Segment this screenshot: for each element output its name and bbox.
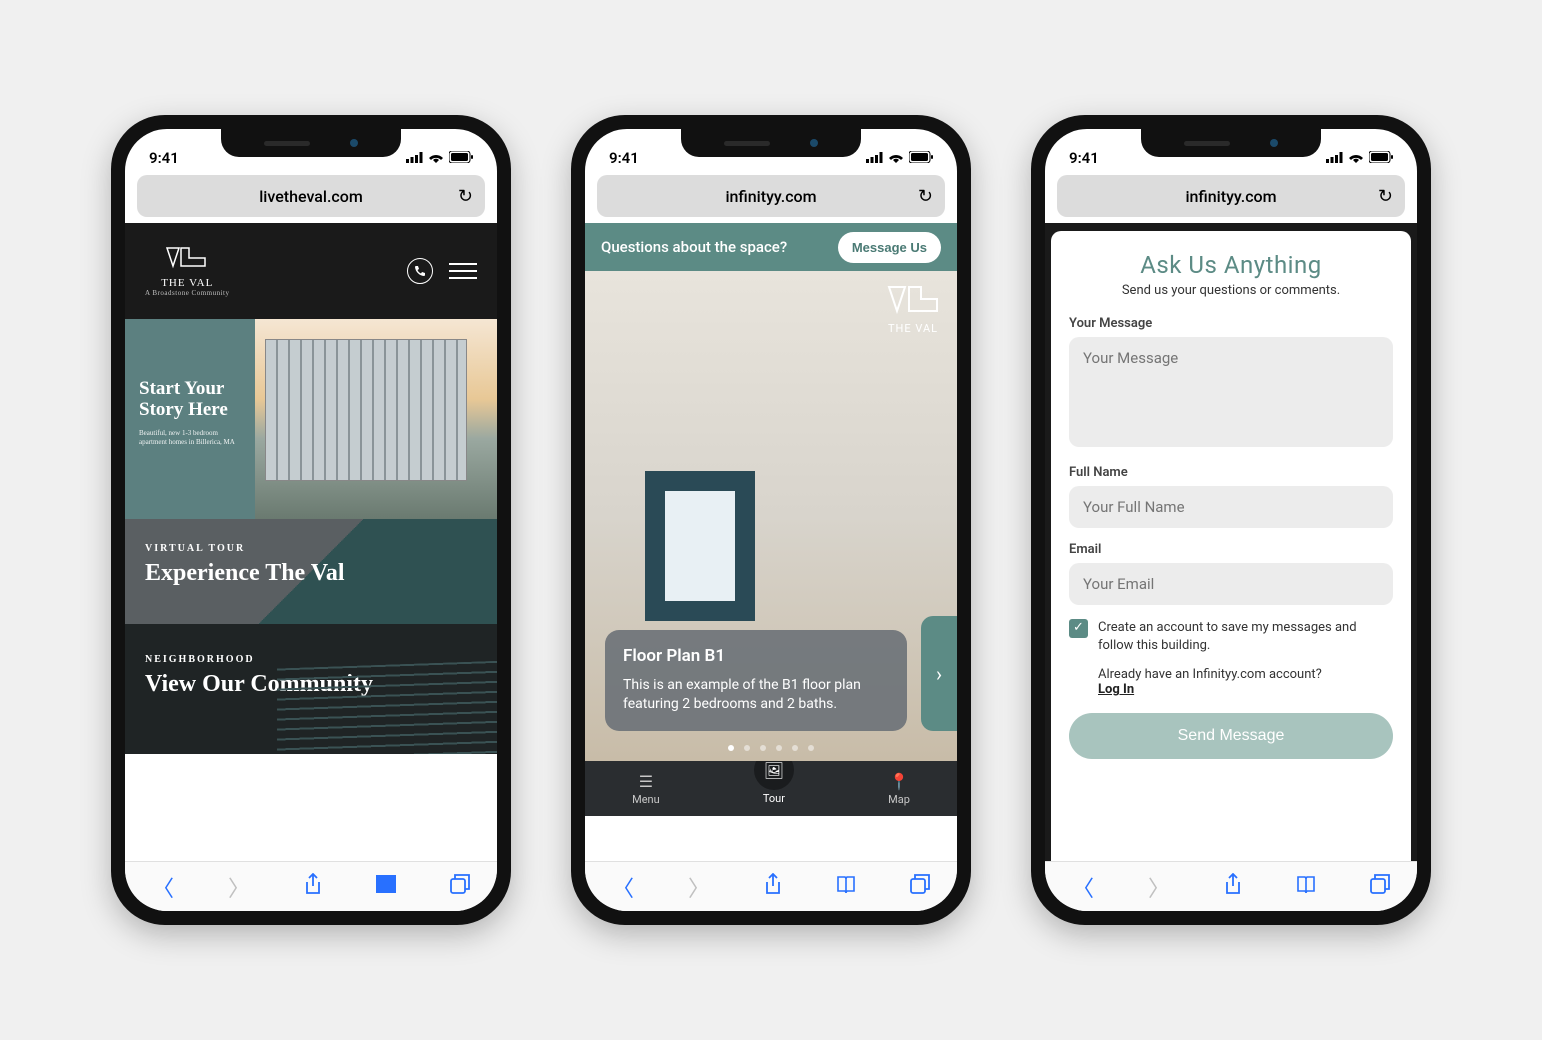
nav-tour[interactable]: 🖼 Tour bbox=[754, 772, 794, 805]
carousel-dots[interactable] bbox=[728, 745, 814, 751]
browser-toolbar: 〈 〉 bbox=[1045, 861, 1417, 911]
bottom-nav: ☰ Menu 🖼 Tour 📍 Map bbox=[585, 761, 957, 816]
form-subtitle: Send us your questions or comments. bbox=[1069, 283, 1393, 298]
brand-logo: THE VAL bbox=[885, 283, 941, 335]
tabs-icon[interactable] bbox=[450, 874, 470, 900]
section-tag: NEIGHBORHOOD bbox=[145, 654, 477, 665]
contact-form-card: Ask Us Anything Send us your questions o… bbox=[1051, 231, 1411, 861]
phone-mockup-2: 9:41 infinityy.com ↻ Questions about the… bbox=[571, 115, 971, 925]
brand-logo[interactable]: THE VAL A Broadstone Community bbox=[145, 246, 230, 297]
share-icon[interactable] bbox=[1224, 873, 1242, 901]
address-bar[interactable]: infinityy.com ↻ bbox=[1057, 175, 1405, 217]
nav-map[interactable]: 📍 Map bbox=[888, 772, 910, 806]
phone-notch bbox=[1141, 129, 1321, 157]
email-label: Email bbox=[1069, 542, 1393, 557]
form-title: Ask Us Anything bbox=[1069, 251, 1393, 279]
phone-notch bbox=[221, 129, 401, 157]
name-input[interactable] bbox=[1069, 486, 1393, 528]
card-title: Floor Plan B1 bbox=[623, 646, 889, 666]
hero-subtitle: Beautiful, new 1-3 bedroom apartment hom… bbox=[139, 429, 245, 447]
brand-name: THE VAL bbox=[885, 322, 941, 335]
hero-image bbox=[255, 319, 497, 519]
bookmarks-icon[interactable] bbox=[1296, 874, 1316, 899]
banner-text: Questions about the space? bbox=[601, 238, 787, 256]
phone-mockup-3: 9:41 infinityy.com ↻ Ask Us Anything Sen… bbox=[1031, 115, 1431, 925]
share-icon[interactable] bbox=[304, 873, 322, 901]
checkmark-icon: ✓ bbox=[1069, 619, 1088, 638]
wifi-icon bbox=[428, 149, 444, 167]
create-account-checkbox[interactable]: ✓ Create an account to save my messages … bbox=[1069, 619, 1393, 655]
battery-icon bbox=[449, 149, 473, 167]
pin-icon: 📍 bbox=[889, 772, 909, 791]
message-us-button[interactable]: Message Us bbox=[838, 232, 941, 263]
url-text: livetheval.com bbox=[259, 187, 363, 206]
section-tag: VIRTUAL TOUR bbox=[145, 543, 477, 554]
next-arrow-button[interactable]: › bbox=[921, 616, 957, 731]
phone-mockup-1: 9:41 livetheval.com ↻ THE VAL bbox=[111, 115, 511, 925]
send-message-button[interactable]: Send Message bbox=[1069, 713, 1393, 759]
share-icon[interactable] bbox=[764, 873, 782, 901]
checkbox-label: Create an account to save my messages an… bbox=[1098, 619, 1393, 655]
back-icon[interactable]: 〈 bbox=[1072, 871, 1094, 903]
hero-title: Start Your Story Here bbox=[139, 379, 245, 421]
section-title: Experience The Val bbox=[145, 560, 477, 587]
back-icon[interactable]: 〈 bbox=[152, 871, 174, 903]
tabs-icon[interactable] bbox=[910, 874, 930, 900]
tour-viewport[interactable]: THE VAL Floor Plan B1 This is an example… bbox=[585, 271, 957, 761]
back-icon[interactable]: 〈 bbox=[612, 871, 634, 903]
message-label: Your Message bbox=[1069, 316, 1393, 331]
url-text: infinityy.com bbox=[1185, 187, 1276, 206]
nav-menu[interactable]: ☰ Menu bbox=[632, 772, 660, 806]
forward-icon[interactable]: 〉 bbox=[228, 871, 250, 903]
email-input[interactable] bbox=[1069, 563, 1393, 605]
wifi-icon bbox=[1348, 149, 1364, 167]
hero-section: Start Your Story Here Beautiful, new 1-3… bbox=[125, 319, 497, 519]
phone-icon[interactable] bbox=[407, 258, 433, 284]
signal-icon bbox=[866, 149, 883, 167]
menu-icon: ☰ bbox=[639, 772, 653, 791]
brand-name: THE VAL bbox=[145, 277, 230, 289]
browser-toolbar: 〈 〉 bbox=[585, 861, 957, 911]
status-time: 9:41 bbox=[149, 149, 179, 167]
room-render bbox=[645, 471, 755, 621]
neighborhood-section[interactable]: NEIGHBORHOOD View Our Community bbox=[125, 624, 497, 754]
battery-icon bbox=[1369, 149, 1393, 167]
login-prompt: Already have an Infinityy.com account? bbox=[1098, 667, 1322, 682]
floorplan-card: Floor Plan B1 This is an example of the … bbox=[605, 630, 907, 731]
tabs-icon[interactable] bbox=[1370, 874, 1390, 900]
signal-icon bbox=[406, 149, 423, 167]
refresh-icon[interactable]: ↻ bbox=[1378, 186, 1393, 207]
address-bar[interactable]: livetheval.com ↻ bbox=[137, 175, 485, 217]
name-label: Full Name bbox=[1069, 465, 1393, 480]
refresh-icon[interactable]: ↻ bbox=[458, 186, 473, 207]
site-header: THE VAL A Broadstone Community bbox=[125, 223, 497, 319]
brand-tagline: A Broadstone Community bbox=[145, 289, 230, 297]
refresh-icon[interactable]: ↻ bbox=[918, 186, 933, 207]
message-input[interactable] bbox=[1069, 337, 1393, 447]
phone-notch bbox=[681, 129, 861, 157]
status-time: 9:41 bbox=[1069, 149, 1099, 167]
forward-icon[interactable]: 〉 bbox=[1148, 871, 1170, 903]
section-title: View Our Community bbox=[145, 671, 477, 698]
url-text: infinityy.com bbox=[725, 187, 816, 206]
browser-toolbar: 〈 〉 bbox=[125, 861, 497, 911]
menu-icon[interactable] bbox=[449, 263, 477, 279]
virtual-tour-section[interactable]: VIRTUAL TOUR Experience The Val bbox=[125, 519, 497, 624]
cta-banner: Questions about the space? Message Us bbox=[585, 223, 957, 271]
forward-icon[interactable]: 〉 bbox=[688, 871, 710, 903]
wifi-icon bbox=[888, 149, 904, 167]
address-bar[interactable]: infinityy.com ↻ bbox=[597, 175, 945, 217]
bookmarks-icon[interactable] bbox=[376, 874, 396, 899]
login-link[interactable]: Log In bbox=[1098, 682, 1134, 697]
card-body: This is an example of the B1 floor plan … bbox=[623, 676, 889, 715]
status-time: 9:41 bbox=[609, 149, 639, 167]
signal-icon bbox=[1326, 149, 1343, 167]
battery-icon bbox=[909, 149, 933, 167]
bookmarks-icon[interactable] bbox=[836, 874, 856, 899]
